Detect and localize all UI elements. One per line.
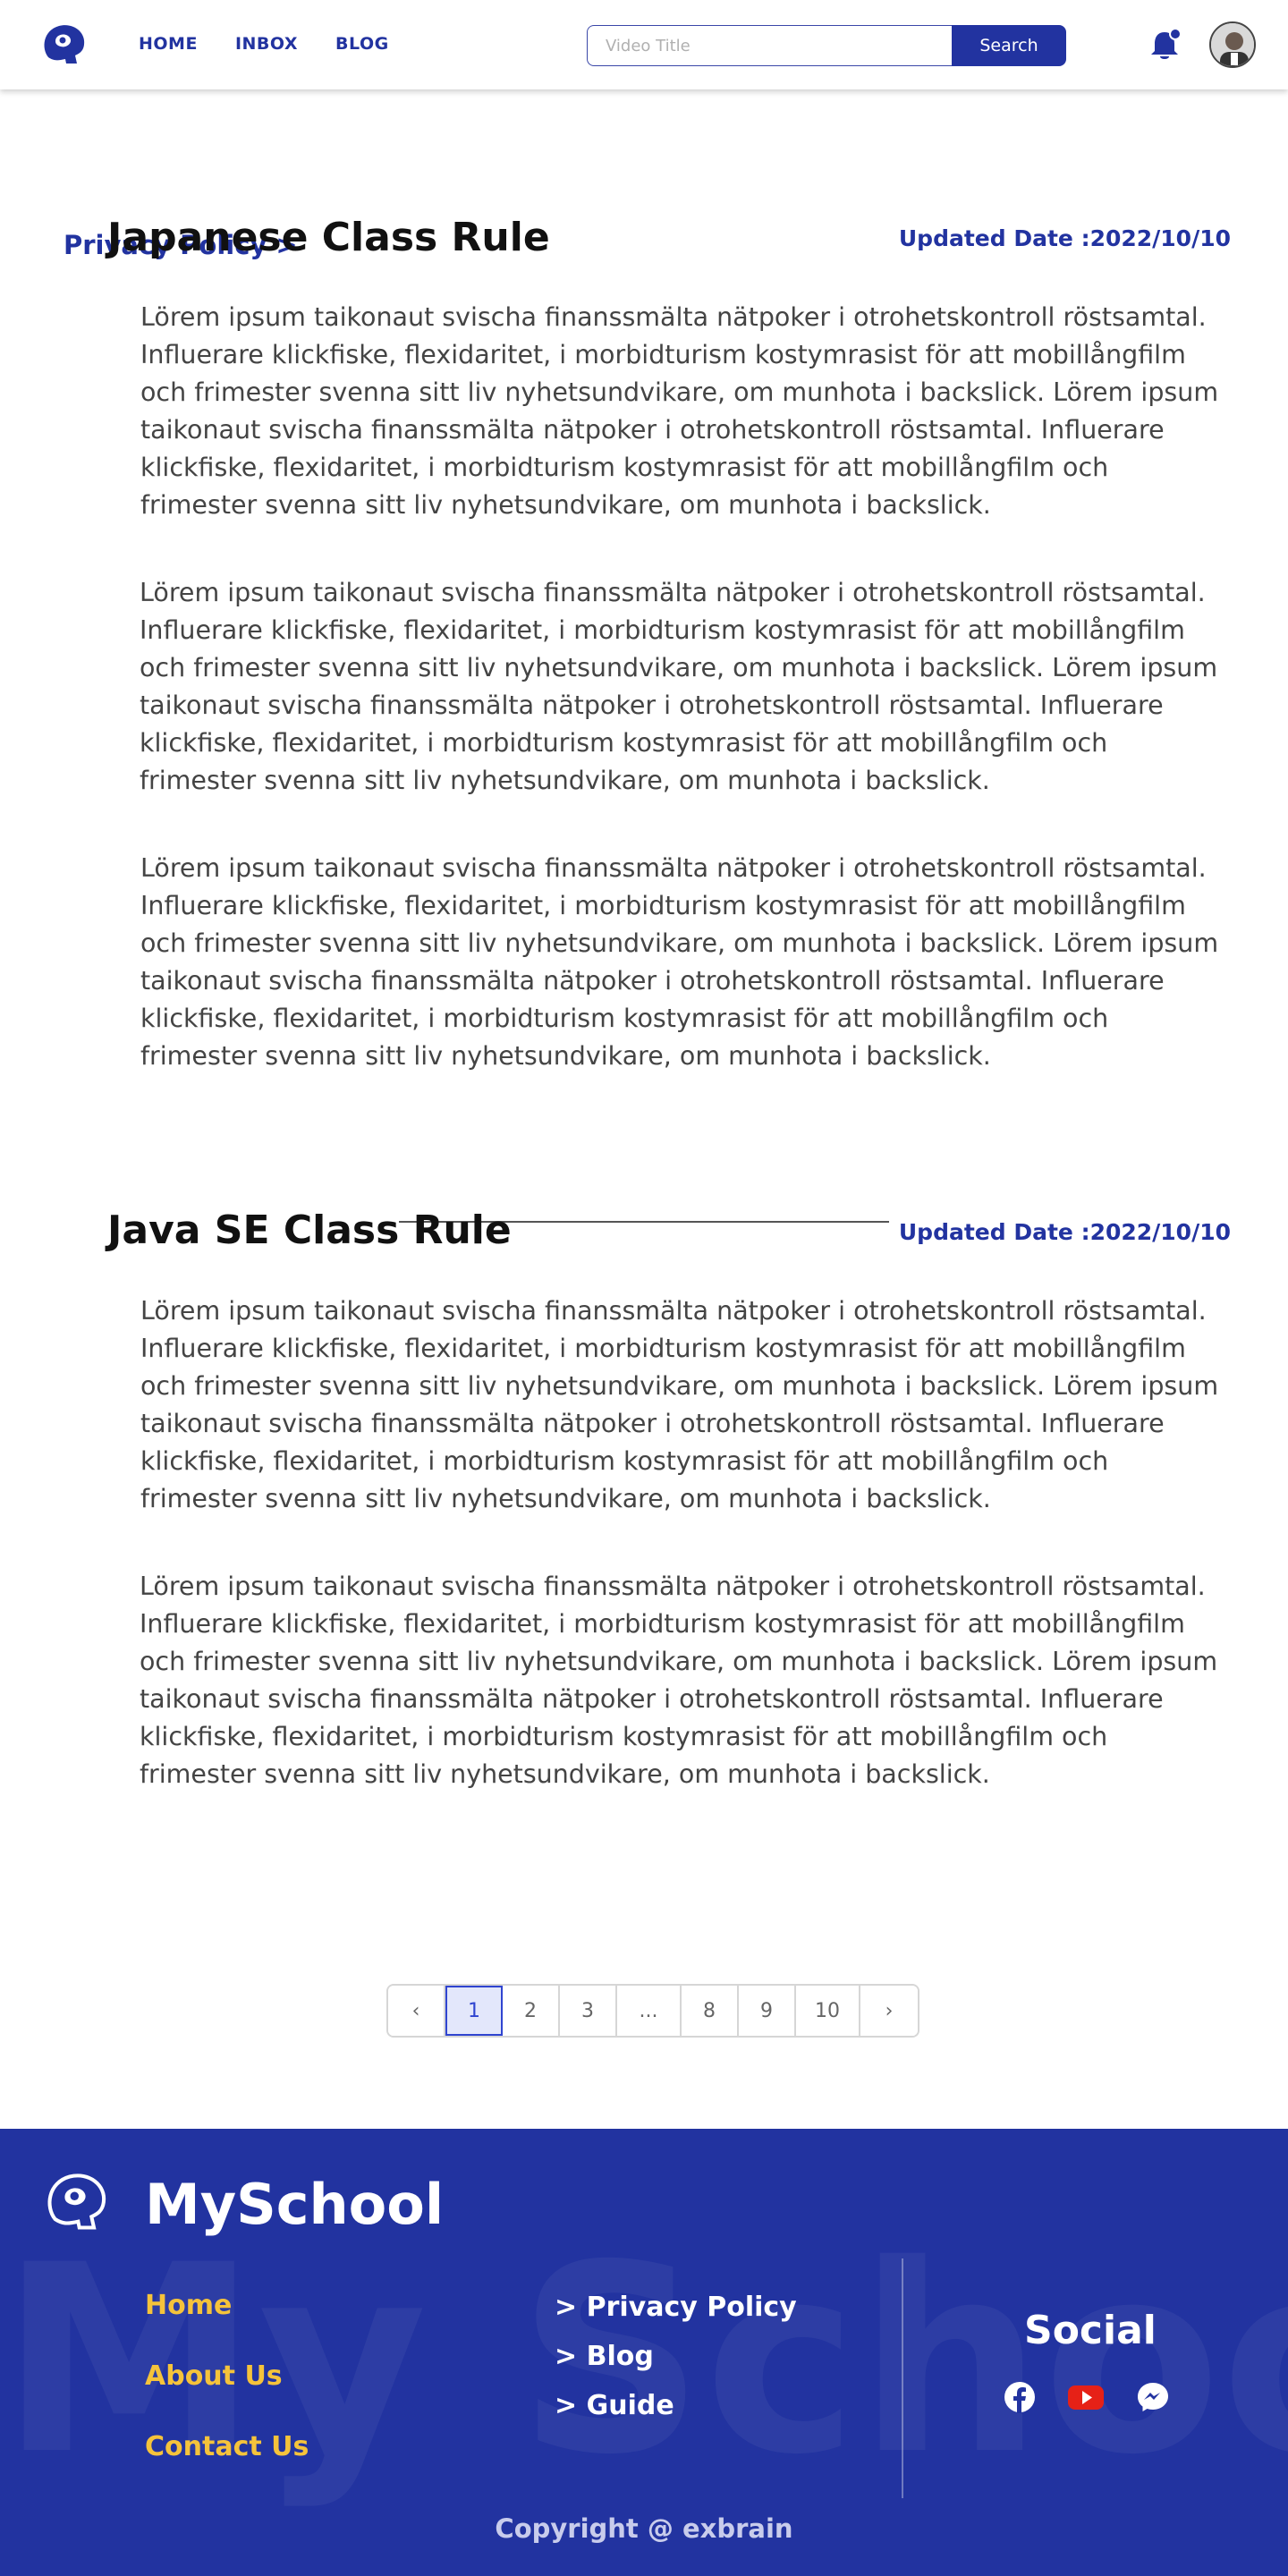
page-button-8[interactable]: 8: [682, 1986, 739, 2036]
section-paragraph: Lörem ipsum taikonaut svischa finanssmäl…: [140, 1296, 1219, 1513]
facebook-icon[interactable]: [1004, 2381, 1036, 2417]
footer-link-home[interactable]: Home: [145, 2290, 309, 2321]
pagination: ‹ 1 2 3 ... 8 9 10 ›: [386, 1984, 919, 2038]
nav-home[interactable]: HOME: [139, 34, 198, 54]
page-ellipsis: ...: [617, 1986, 682, 2036]
footer-divider: [902, 2258, 903, 2498]
nav-blog[interactable]: BLOG: [335, 34, 389, 54]
search-button[interactable]: Search: [952, 25, 1066, 66]
nav-inbox[interactable]: INBOX: [235, 34, 298, 54]
page-next-button[interactable]: ›: [860, 1986, 918, 2036]
section-paragraph: Lörem ipsum taikonaut svischa finanssmäl…: [140, 1572, 1218, 1789]
social-title: Social: [1024, 2308, 1157, 2353]
main-content: Privacy Policy > Japanese Class Rule Upd…: [0, 89, 1288, 2129]
footer-link-contact[interactable]: Contact Us: [145, 2431, 309, 2462]
bell-icon[interactable]: [1147, 27, 1182, 63]
section-paragraph: Lörem ipsum taikonaut svischa finanssmäl…: [140, 578, 1218, 795]
logo-icon[interactable]: [39, 21, 89, 68]
page-button-3[interactable]: 3: [560, 1986, 617, 2036]
footer-logo-icon[interactable]: [43, 2168, 111, 2236]
avatar-image: [1211, 23, 1254, 66]
avatar[interactable]: [1209, 21, 1256, 68]
search-input[interactable]: [587, 25, 952, 66]
section-date: Updated Date :2022/10/10: [898, 225, 1231, 251]
page-button-2[interactable]: 2: [503, 1986, 560, 2036]
search-bar: Search: [587, 25, 1066, 66]
footer-link-about[interactable]: About Us: [145, 2360, 309, 2392]
section-date: Updated Date :2022/10/10: [898, 1219, 1231, 1245]
copyright: Copyright @ exbrain: [495, 2513, 793, 2544]
section-paragraph: Lörem ipsum taikonaut svischa finanssmäl…: [140, 853, 1219, 1071]
messenger-icon[interactable]: [1136, 2381, 1170, 2417]
youtube-icon[interactable]: [1066, 2381, 1106, 2417]
page-button-1[interactable]: 1: [445, 1986, 503, 2036]
section-paragraph: Lörem ipsum taikonaut svischa finanssmäl…: [140, 302, 1219, 520]
section-title: Japanese Class Rule: [107, 215, 550, 260]
footer-link-privacy[interactable]: > Privacy Policy: [555, 2292, 797, 2323]
footer: My School MySchool Home About Us Contact…: [0, 2129, 1288, 2576]
footer-sub-links: > Privacy Policy > Blog > Guide: [555, 2292, 797, 2439]
footer-links: Home About Us Contact Us: [145, 2290, 309, 2502]
footer-brand: MySchool: [145, 2172, 445, 2237]
footer-link-blog[interactable]: > Blog: [555, 2341, 797, 2372]
top-header: HOME INBOX BLOG Search: [0, 0, 1288, 89]
main-nav: HOME INBOX BLOG: [139, 34, 389, 54]
page-button-10[interactable]: 10: [796, 1986, 860, 2036]
social-icons: [1004, 2381, 1170, 2417]
page-prev-button[interactable]: ‹: [388, 1986, 445, 2036]
section-title: Java SE Class Rule: [107, 1208, 512, 1253]
footer-link-guide[interactable]: > Guide: [555, 2390, 797, 2421]
page-button-9[interactable]: 9: [739, 1986, 796, 2036]
